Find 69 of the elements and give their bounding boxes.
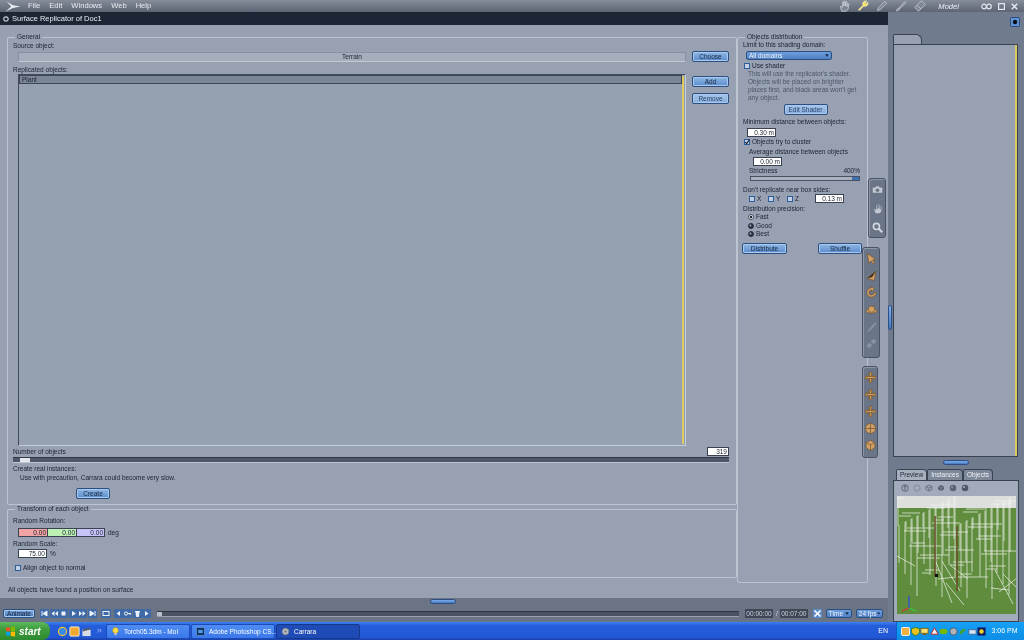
glasses-icon[interactable] <box>981 2 992 10</box>
view-mode-icon[interactable] <box>937 484 945 492</box>
move-icon[interactable] <box>863 371 877 384</box>
cross-icon[interactable] <box>812 609 822 618</box>
view-mode-icon[interactable] <box>925 484 933 492</box>
gear-icon <box>281 626 290 636</box>
view-mode-icon[interactable] <box>961 484 969 492</box>
skip-start-icon[interactable] <box>40 609 49 618</box>
checkbox[interactable] <box>744 139 750 145</box>
next-icon[interactable] <box>142 609 151 618</box>
scrollbar[interactable] <box>1015 45 1017 456</box>
chevron-icon[interactable] <box>97 627 102 633</box>
brush-icon[interactable] <box>894 0 909 12</box>
caret-icon <box>876 612 880 615</box>
search-icon[interactable] <box>870 221 884 234</box>
shield-icon[interactable] <box>910 626 920 636</box>
camera-icon[interactable] <box>870 183 884 196</box>
trash-icon[interactable] <box>132 609 142 618</box>
planet-icon[interactable] <box>864 303 878 316</box>
clapper-icon[interactable] <box>81 625 92 637</box>
rotate-icon[interactable] <box>864 286 878 299</box>
dot-icon[interactable] <box>1010 17 1020 27</box>
tray-icon[interactable] <box>977 626 986 636</box>
circle-icon[interactable] <box>3 15 9 22</box>
caret-icon <box>844 612 849 615</box>
view-mode-icon[interactable] <box>949 484 957 492</box>
splitter-handle[interactable] <box>943 460 969 465</box>
hand-icon[interactable] <box>837 0 852 12</box>
slider-track[interactable] <box>13 457 729 463</box>
frame-icon[interactable] <box>100 609 111 618</box>
checkbox[interactable] <box>744 63 750 69</box>
playhead-handle[interactable] <box>157 611 162 616</box>
slider-thumb[interactable] <box>852 177 859 180</box>
radio-button[interactable] <box>748 214 754 221</box>
app-tile-icon[interactable] <box>69 625 80 637</box>
slider-track[interactable] <box>750 176 860 181</box>
bulb-icon <box>111 626 120 636</box>
checkbox[interactable] <box>749 195 755 202</box>
move-icon[interactable] <box>863 388 877 401</box>
radio-button[interactable] <box>748 222 754 229</box>
globe-icon[interactable] <box>57 625 68 637</box>
caret-icon <box>825 54 829 57</box>
slider-thumb[interactable] <box>20 458 31 462</box>
key-icon[interactable] <box>123 609 132 618</box>
previous-icon[interactable] <box>113 609 123 618</box>
app-icon <box>196 626 205 636</box>
splitter-handle[interactable] <box>888 305 892 330</box>
radio-button[interactable] <box>748 231 754 238</box>
trackball-icon[interactable] <box>863 422 877 435</box>
checkbox[interactable] <box>768 195 774 202</box>
rewind-icon[interactable] <box>49 609 59 618</box>
start-button[interactable]: start <box>0 622 50 640</box>
scrollbar[interactable] <box>682 76 684 444</box>
view-mode-icon[interactable] <box>901 484 909 492</box>
move-icon[interactable] <box>863 405 877 418</box>
eraser-icon[interactable] <box>913 0 928 12</box>
wrench-icon[interactable] <box>856 0 871 12</box>
splitter-handle[interactable] <box>430 599 456 604</box>
monitor-icon[interactable] <box>920 626 929 636</box>
close-icon[interactable] <box>1011 2 1018 10</box>
checkbox[interactable] <box>15 565 21 571</box>
fast-forward-icon[interactable] <box>78 609 87 618</box>
windows-flag-icon <box>5 625 16 637</box>
timeline-track[interactable] <box>157 610 739 617</box>
checkbox[interactable] <box>787 195 793 202</box>
cube-icon[interactable] <box>863 439 877 452</box>
restore-icon[interactable] <box>998 2 1005 10</box>
arrow-icon[interactable] <box>864 252 878 265</box>
cone-icon[interactable] <box>864 269 878 282</box>
